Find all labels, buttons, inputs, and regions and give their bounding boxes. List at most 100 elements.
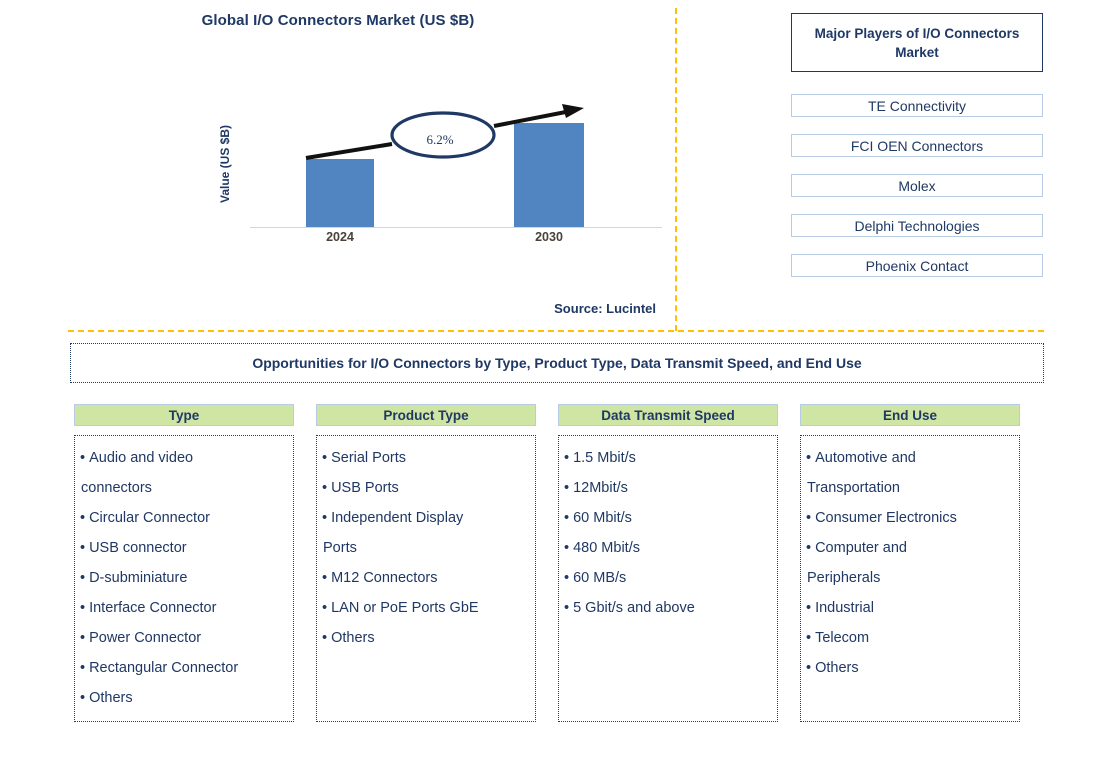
y-axis-label: Value (US $B) xyxy=(218,124,232,204)
bullet-icon: • xyxy=(80,660,86,676)
list-item: • Circular Connector xyxy=(79,503,289,533)
bullet-icon: • xyxy=(564,570,570,586)
list-item-label: LAN or PoE Ports GbE xyxy=(331,600,479,616)
list-item: • Others xyxy=(805,653,1015,683)
list-item: • Independent Display Ports xyxy=(321,503,531,563)
list-item-label: Industrial xyxy=(815,600,874,616)
list-item-label: 60 Mbit/s xyxy=(573,510,632,526)
player-item-delphi-technologies[interactable]: Delphi Technologies xyxy=(791,214,1043,237)
bullet-icon: • xyxy=(564,510,570,526)
column-list-data-transmit-speed: • 1.5 Mbit/s • 12Mbit/s • 60 Mbit/s • 480 Mb… xyxy=(558,435,778,722)
list-item: • 12Mbit/s xyxy=(563,473,773,503)
column-header-product-type: Product Type xyxy=(316,404,536,426)
player-item-fci-oen-connectors[interactable]: FCI OEN Connectors xyxy=(791,134,1043,157)
cagr-arrow-icon xyxy=(305,104,584,160)
list-item: • Telecom xyxy=(805,623,1015,653)
list-item: • 480 Mbit/s xyxy=(563,533,773,563)
list-item-label: Power Connector xyxy=(89,630,202,646)
list-item-label: Others xyxy=(815,660,859,676)
list-item: • Others xyxy=(321,623,531,653)
column-header-type: Type xyxy=(74,404,294,426)
column-header-end-use: End Use xyxy=(800,404,1020,426)
column-product-type: Product Type • Serial Ports • USB Ports • I… xyxy=(316,404,536,722)
list-item-label: 5 Gbit/s and above xyxy=(573,600,695,616)
list-item: • 60 MB/s xyxy=(563,563,773,593)
bullet-icon: • xyxy=(80,510,86,526)
list-item-label: Others xyxy=(89,690,133,706)
list-item-label: Others xyxy=(331,630,375,646)
list-item-label: Independent Display Ports xyxy=(323,510,464,556)
page-title: Global I/O Connectors Market (US $B) xyxy=(201,12,475,29)
column-type: Type • Audio and video connectors • Circul… xyxy=(74,404,294,722)
bullet-icon: • xyxy=(80,630,86,646)
list-item: • Serial Ports xyxy=(321,443,531,473)
x-tick-label-2030: 2030 xyxy=(535,230,563,244)
list-item-label: M12 Connectors xyxy=(331,570,438,586)
bullet-icon: • xyxy=(564,540,570,556)
column-data-transmit-speed: Data Transmit Speed • 1.5 Mbit/s • 12Mbit/… xyxy=(558,404,778,722)
list-item: • M12 Connectors xyxy=(321,563,531,593)
list-item-label: Serial Ports xyxy=(331,450,407,466)
bullet-icon: • xyxy=(322,630,328,646)
bullet-icon: • xyxy=(806,660,812,676)
bullet-icon: • xyxy=(80,690,86,706)
list-item: • LAN or PoE Ports GbE xyxy=(321,593,531,623)
column-list-end-use: • Automotive and Transportation • Consumer… xyxy=(800,435,1020,722)
list-item-label: Automotive and Transportation xyxy=(807,450,916,496)
major-players-header: Major Players of I/O Connectors Market xyxy=(791,13,1043,72)
bullet-icon: • xyxy=(564,480,570,496)
player-item-te-connectivity[interactable]: TE Connectivity xyxy=(791,94,1043,117)
bullet-icon: • xyxy=(80,540,86,556)
bullet-icon: • xyxy=(322,600,328,616)
source-note: Source: Lucintel xyxy=(554,301,656,316)
list-item-label: Computer and Peripherals xyxy=(807,540,907,586)
major-players-panel: Major Players of I/O Connectors Market T… xyxy=(791,13,1043,277)
column-list-type: • Audio and video connectors • Circular Co… xyxy=(74,435,294,722)
bullet-icon: • xyxy=(322,510,328,526)
list-item: • 5 Gbit/s and above xyxy=(563,593,773,623)
bullet-icon: • xyxy=(806,600,812,616)
column-header-data-transmit-speed: Data Transmit Speed xyxy=(558,404,778,426)
list-item: • Consumer Electronics xyxy=(805,503,1015,533)
column-end-use: End Use • Automotive and Transportation •… xyxy=(800,404,1020,722)
opportunities-banner: Opportunities for I/O Connectors by Type… xyxy=(70,343,1044,383)
vertical-divider xyxy=(675,8,677,331)
list-item-label: 12Mbit/s xyxy=(573,480,628,496)
list-item-label: USB connector xyxy=(89,540,187,556)
list-item: • Rectangular Connector xyxy=(79,653,289,683)
market-chart-panel: Global I/O Connectors Market (US $B) Val… xyxy=(0,0,676,330)
player-item-molex[interactable]: Molex xyxy=(791,174,1043,197)
list-item: • Industrial xyxy=(805,593,1015,623)
player-item-phoenix-contact[interactable]: Phoenix Contact xyxy=(791,254,1043,277)
list-item-label: Audio and video connectors xyxy=(81,450,194,496)
list-item-label: 60 MB/s xyxy=(573,570,627,586)
list-item: • USB Ports xyxy=(321,473,531,503)
list-item: • D-subminiature xyxy=(79,563,289,593)
list-item: • Audio and video connectors xyxy=(79,443,289,503)
list-item-label: Consumer Electronics xyxy=(815,510,957,526)
list-item-label: 480 Mbit/s xyxy=(573,540,640,556)
bullet-icon: • xyxy=(806,630,812,646)
bullet-icon: • xyxy=(80,600,86,616)
list-item: • Computer and Peripherals xyxy=(805,533,1015,593)
bullet-icon: • xyxy=(806,450,812,466)
bullet-icon: • xyxy=(322,570,328,586)
list-item-label: USB Ports xyxy=(331,480,399,496)
list-item: • USB connector xyxy=(79,533,289,563)
bullet-icon: • xyxy=(806,510,812,526)
list-item: • Automotive and Transportation xyxy=(805,443,1015,503)
list-item: • 60 Mbit/s xyxy=(563,503,773,533)
bullet-icon: • xyxy=(564,450,570,466)
list-item: • 1.5 Mbit/s xyxy=(563,443,773,473)
list-item: • Others xyxy=(79,683,289,713)
list-item-label: D-subminiature xyxy=(89,570,188,586)
bullet-icon: • xyxy=(322,450,328,466)
bullet-icon: • xyxy=(564,600,570,616)
opportunity-columns: Type • Audio and video connectors • Circul… xyxy=(74,404,1020,722)
cagr-value-label: 6.2% xyxy=(426,132,454,147)
bullet-icon: • xyxy=(80,570,86,586)
list-item: • Interface Connector xyxy=(79,593,289,623)
list-item-label: 1.5 Mbit/s xyxy=(573,450,636,466)
list-item: • Power Connector xyxy=(79,623,289,653)
bullet-icon: • xyxy=(80,450,86,466)
